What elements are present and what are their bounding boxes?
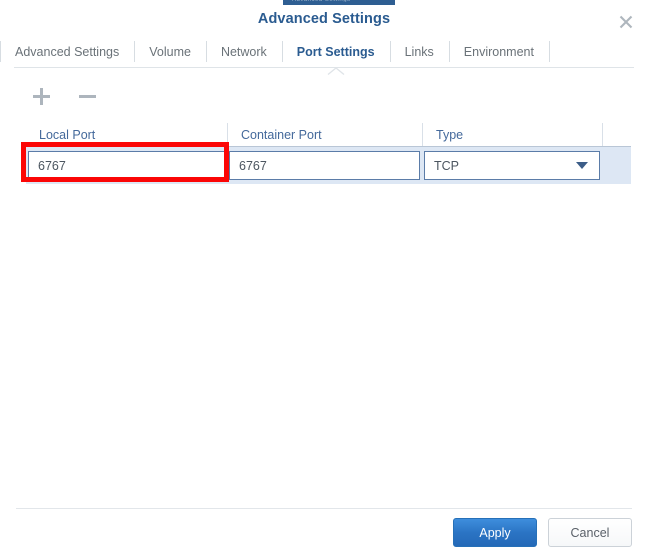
tab-label: Links bbox=[404, 44, 434, 59]
cell-container-port: 6767 bbox=[228, 147, 423, 184]
tab-underline bbox=[14, 67, 634, 68]
cancel-button[interactable]: Cancel bbox=[548, 518, 632, 547]
container-port-value: 6767 bbox=[239, 158, 267, 173]
footer-divider bbox=[16, 508, 632, 509]
tab-strip-end-divider bbox=[548, 36, 550, 67]
column-header-label: Container Port bbox=[241, 127, 322, 142]
local-port-input[interactable]: 6767 bbox=[28, 151, 225, 180]
container-port-input[interactable]: 6767 bbox=[229, 151, 420, 180]
dialog-footer: Apply Cancel bbox=[453, 518, 632, 547]
apply-button[interactable]: Apply bbox=[453, 518, 537, 547]
background-window-title: Advanced Settings bbox=[292, 0, 388, 2]
tab-label: Volume bbox=[149, 44, 191, 59]
cell-type: TCP bbox=[423, 147, 603, 184]
grid-header-row: Local Port Container Port Type bbox=[26, 123, 631, 147]
type-select[interactable]: TCP bbox=[424, 151, 600, 180]
column-header-label: Type bbox=[436, 127, 464, 142]
tab-label: Advanced Settings bbox=[15, 44, 120, 59]
tab-advanced-settings[interactable]: Advanced Settings bbox=[0, 36, 134, 67]
advanced-settings-dialog: Advanced Settings Advanced Settings Volu… bbox=[0, 5, 648, 552]
cancel-button-label: Cancel bbox=[570, 525, 610, 540]
cell-local-port: 6767 bbox=[26, 147, 228, 184]
apply-button-label: Apply bbox=[479, 525, 511, 540]
column-header-label: Local Port bbox=[39, 127, 96, 142]
tab-port-settings[interactable]: Port Settings bbox=[281, 36, 390, 67]
plus-icon bbox=[32, 87, 50, 105]
chevron-down-icon[interactable] bbox=[576, 162, 588, 169]
remove-port-button[interactable] bbox=[74, 83, 100, 109]
add-port-button[interactable] bbox=[28, 83, 54, 109]
tab-network[interactable]: Network bbox=[205, 36, 282, 67]
dialog-titlebar: Advanced Settings bbox=[0, 5, 648, 36]
table-row[interactable]: 6767 6767 TCP bbox=[26, 147, 631, 184]
tab-label: Environment bbox=[463, 44, 534, 59]
column-header-spacer bbox=[603, 123, 631, 146]
tab-links[interactable]: Links bbox=[389, 36, 449, 67]
column-header-local-port[interactable]: Local Port bbox=[26, 123, 228, 146]
dialog-tabs: Advanced Settings Volume Network Port Se… bbox=[0, 36, 648, 67]
cell-spacer bbox=[603, 147, 631, 184]
page-title: Advanced Settings bbox=[257, 11, 391, 27]
column-header-type[interactable]: Type bbox=[423, 123, 603, 146]
minus-icon bbox=[78, 88, 96, 105]
tab-label: Port Settings bbox=[296, 44, 375, 59]
tab-label: Network bbox=[220, 44, 267, 59]
type-value: TCP bbox=[434, 158, 459, 173]
local-port-value: 6767 bbox=[38, 158, 66, 173]
tab-volume[interactable]: Volume bbox=[134, 36, 206, 67]
close-icon[interactable] bbox=[614, 10, 638, 34]
port-settings-grid: Local Port Container Port Type 6767 6767 bbox=[26, 123, 631, 184]
active-tab-caret-icon bbox=[327, 67, 345, 75]
grid-toolbar bbox=[28, 83, 100, 109]
column-header-container-port[interactable]: Container Port bbox=[228, 123, 423, 146]
tab-environment[interactable]: Environment bbox=[448, 36, 549, 67]
